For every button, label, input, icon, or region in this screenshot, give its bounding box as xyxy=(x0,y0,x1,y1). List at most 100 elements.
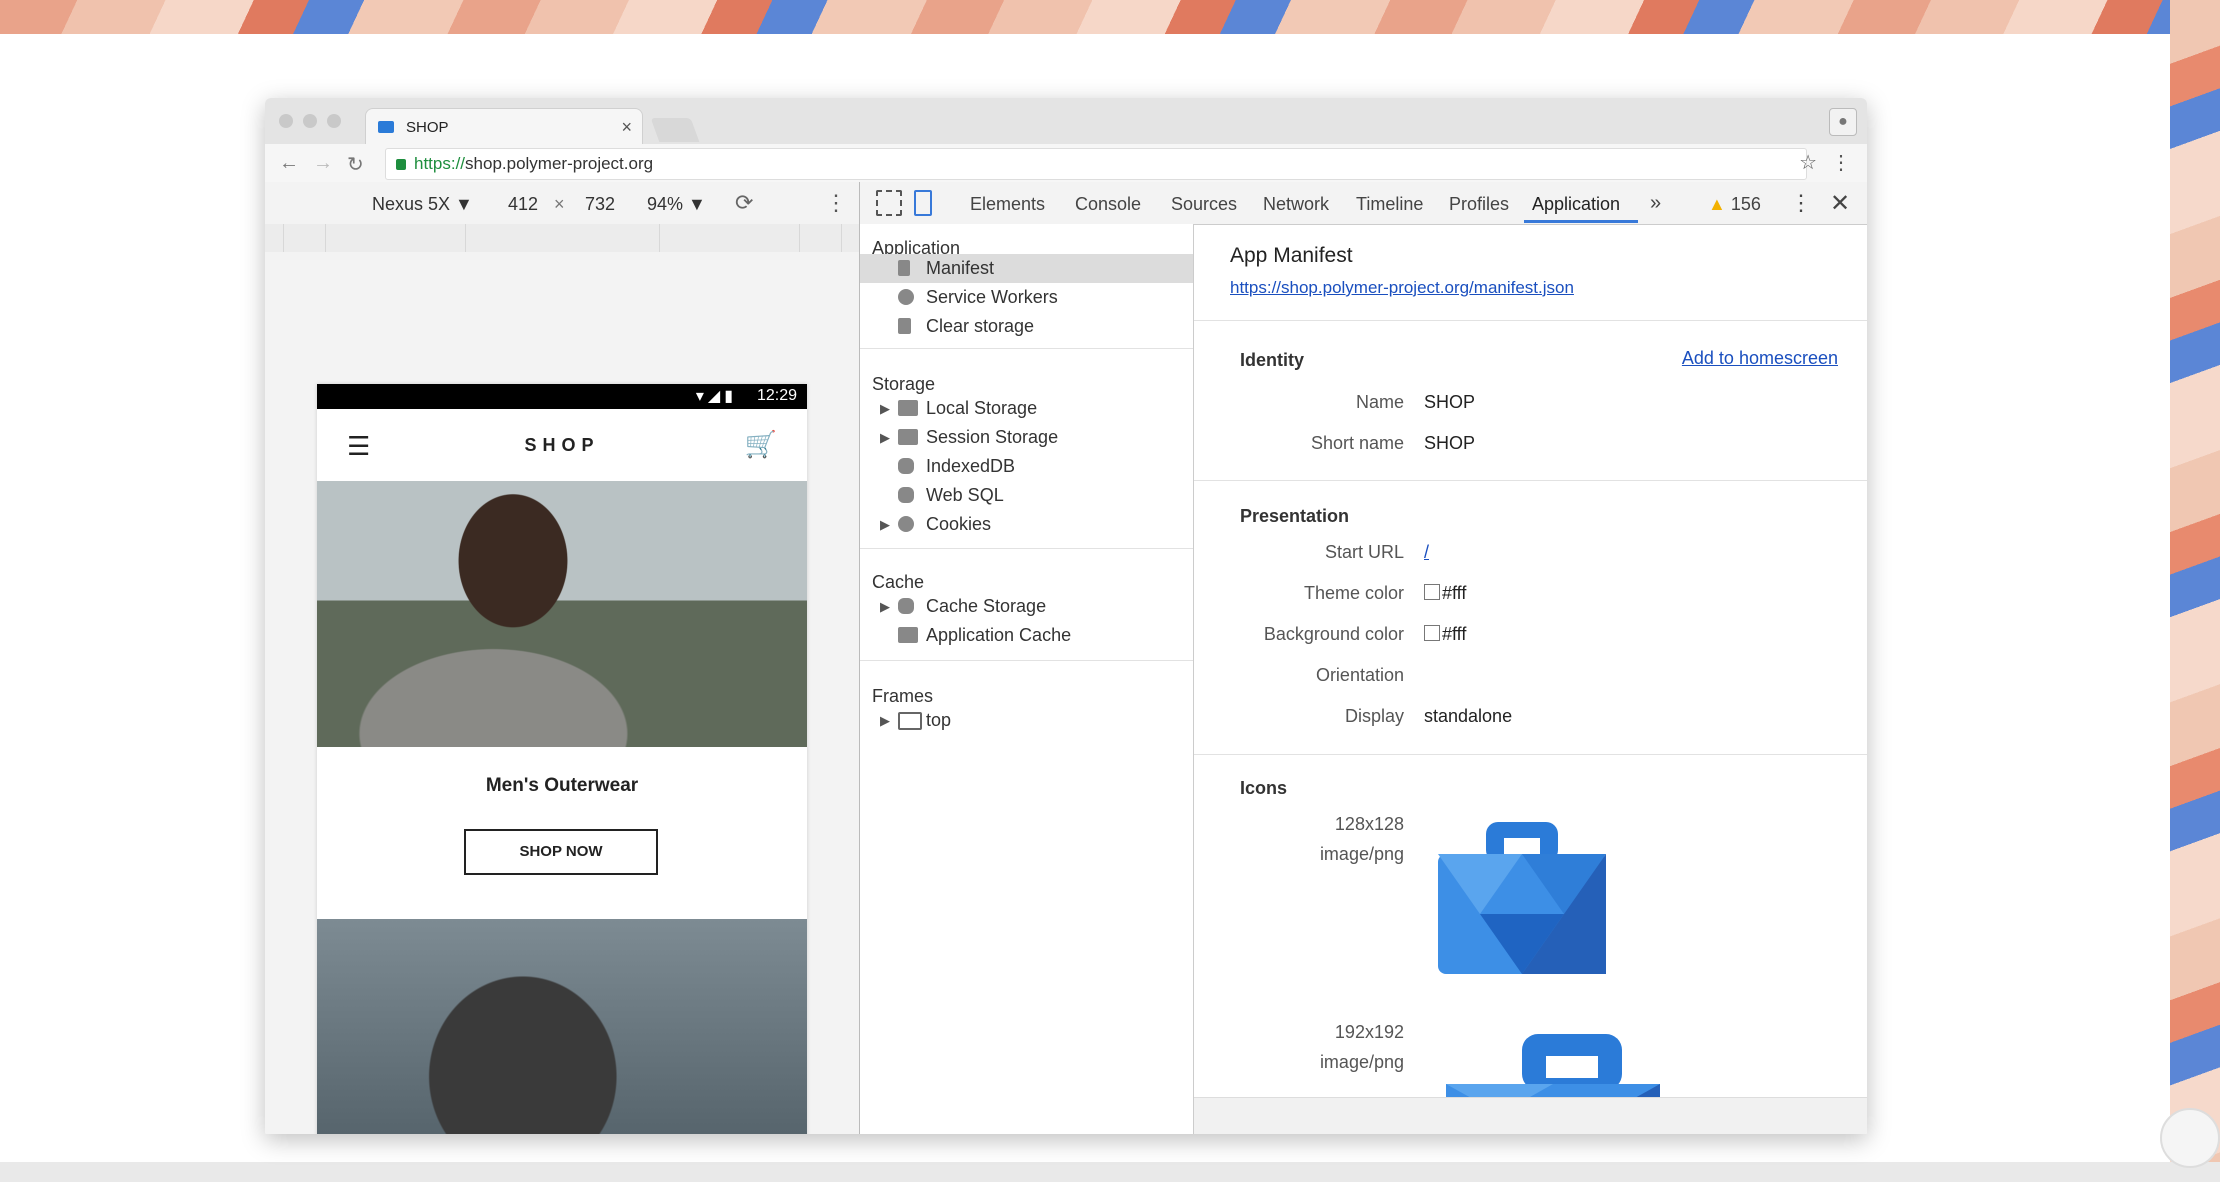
database-icon xyxy=(898,598,914,614)
name-value: SHOP xyxy=(1424,392,1476,412)
table-icon xyxy=(898,627,918,643)
device-menu-icon[interactable]: ⋮ xyxy=(825,190,847,216)
tab-timeline[interactable]: Timeline xyxy=(1356,194,1423,215)
sidebar-item-label: Application Cache xyxy=(926,625,1072,645)
browser-tab[interactable]: SHOP × xyxy=(365,108,643,145)
tab-sources[interactable]: Sources xyxy=(1171,194,1237,215)
device-viewport: ▾◢▮ 12:29 ☰ SHOP 🛒 Men's Outerwear SHOP … xyxy=(265,252,859,1134)
shop-bag-128-icon xyxy=(1438,822,1606,974)
trash-icon xyxy=(898,318,911,334)
add-to-homescreen-link[interactable]: Add to homescreen xyxy=(1682,348,1838,369)
address-bar[interactable]: https://shop.polymer-project.org xyxy=(385,148,1807,180)
tab-elements[interactable]: Elements xyxy=(970,194,1045,215)
expand-arrow-icon[interactable]: ▶ xyxy=(880,706,890,735)
sidebar-item-application-cache[interactable]: Application Cache xyxy=(860,621,1193,650)
document-icon xyxy=(898,260,910,276)
orientation-label: Orientation xyxy=(1315,665,1404,685)
warning-count: 156 xyxy=(1730,194,1761,214)
browser-toolbar: ← → ↻ https://shop.polymer-project.org ☆… xyxy=(265,144,1867,183)
sidebar-item-label: Session Storage xyxy=(926,427,1059,447)
sidebar-item-cache-storage[interactable]: ▶ Cache Storage xyxy=(860,592,1193,621)
media-query-ruler[interactable] xyxy=(265,224,859,253)
sidebar-item-service-workers[interactable]: Service Workers xyxy=(860,283,1193,312)
shop-app-bar: ☰ SHOP 🛒 xyxy=(317,409,807,481)
close-devtools-icon[interactable]: ✕ xyxy=(1830,189,1850,218)
background-color-value: #fff xyxy=(1424,624,1466,645)
hero-image-second[interactable] xyxy=(317,919,807,1134)
sidebar-item-label: Web SQL xyxy=(926,485,1004,505)
sidebar-item-local-storage[interactable]: ▶ Local Storage xyxy=(860,394,1193,423)
title-bar: SHOP × ● xyxy=(265,98,1867,145)
database-icon xyxy=(898,487,914,503)
minimize-window-button[interactable] xyxy=(303,114,317,128)
table-icon xyxy=(898,400,918,416)
page-title: App Manifest xyxy=(1230,244,1353,267)
sidebar-item-label: Clear storage xyxy=(926,316,1035,336)
window-controls xyxy=(279,114,341,128)
display-value: standalone xyxy=(1424,706,1513,726)
reload-icon[interactable]: ↻ xyxy=(347,152,364,177)
tab-profiles[interactable]: Profiles xyxy=(1449,194,1509,215)
sidebar-item-label: Local Storage xyxy=(926,398,1038,418)
device-select[interactable]: Nexus 5X ▼ xyxy=(372,194,473,215)
tab-application[interactable]: Application xyxy=(1532,194,1620,215)
close-tab-icon[interactable]: × xyxy=(621,117,632,138)
horizontal-scrollbar[interactable] xyxy=(1194,1097,1867,1134)
theme-color-text: #fff xyxy=(1442,583,1467,603)
application-sidebar: Application Manifest Service Workers Cle… xyxy=(860,224,1194,1134)
expand-arrow-icon[interactable]: ▶ xyxy=(880,592,890,621)
viewport-width[interactable]: 412 xyxy=(508,194,538,215)
shop-brand-title: SHOP xyxy=(524,435,600,455)
phone-screen: ▾◢▮ 12:29 ☰ SHOP 🛒 Men's Outerwear SHOP … xyxy=(317,384,807,1134)
warnings-counter[interactable]: ▲ 156 xyxy=(1708,194,1761,215)
gear-icon xyxy=(898,289,914,305)
rotate-icon[interactable]: ⟳ xyxy=(735,190,753,216)
color-swatch xyxy=(1424,584,1440,600)
tab-console[interactable]: Console xyxy=(1075,194,1141,215)
sidebar-item-manifest[interactable]: Manifest xyxy=(860,254,1193,283)
background-stripes xyxy=(0,0,2220,34)
color-swatch xyxy=(1424,625,1440,641)
sidebar-item-session-storage[interactable]: ▶ Session Storage xyxy=(860,423,1193,452)
browser-menu-icon[interactable]: ⋮ xyxy=(1831,150,1851,175)
hero-image-outerwear[interactable] xyxy=(317,481,807,747)
device-mode-icon[interactable] xyxy=(914,190,932,216)
sidebar-item-top-frame[interactable]: ▶ top xyxy=(860,706,1193,735)
expand-arrow-icon[interactable]: ▶ xyxy=(880,423,890,452)
section-divider xyxy=(1194,320,1867,321)
expand-arrow-icon[interactable]: ▶ xyxy=(880,510,890,539)
devtools-menu-icon[interactable]: ⋮ xyxy=(1790,190,1812,216)
manifest-url-link[interactable]: https://shop.polymer-project.org/manifes… xyxy=(1230,278,1574,298)
url-scheme: https:// xyxy=(414,154,466,173)
start-url-link[interactable]: / xyxy=(1424,542,1429,563)
inspect-element-icon[interactable] xyxy=(876,190,902,216)
cart-icon[interactable]: 🛒 xyxy=(745,429,777,460)
sidebar-item-label: Manifest xyxy=(926,258,995,278)
sidebar-item-web-sql[interactable]: Web SQL xyxy=(860,481,1193,510)
sidebar-item-clear-storage[interactable]: Clear storage xyxy=(860,312,1193,341)
back-icon[interactable]: ← xyxy=(279,152,299,175)
shop-now-button[interactable]: SHOP NOW xyxy=(464,829,658,875)
viewport-height[interactable]: 732 xyxy=(585,194,615,215)
new-tab-button[interactable] xyxy=(650,118,700,142)
expand-arrow-icon[interactable]: ▶ xyxy=(880,394,890,423)
sidebar-item-label: IndexedDB xyxy=(926,456,1016,476)
forward-icon[interactable]: → xyxy=(313,152,333,175)
promo-block: Men's Outerwear SHOP NOW xyxy=(317,747,807,919)
sidebar-divider xyxy=(860,348,1193,349)
profile-icon[interactable]: ● xyxy=(1829,108,1857,136)
sidebar-item-cookies[interactable]: ▶ Cookies xyxy=(860,510,1193,539)
zoom-value: 94% xyxy=(647,194,684,214)
tab-network[interactable]: Network xyxy=(1263,194,1329,215)
zoom-select[interactable]: 94% ▼ xyxy=(647,194,706,215)
sidebar-item-indexeddb[interactable]: IndexedDB xyxy=(860,452,1193,481)
close-window-button[interactable] xyxy=(279,114,293,128)
more-tabs-icon[interactable]: » xyxy=(1650,192,1661,215)
section-divider xyxy=(1194,480,1867,481)
frame-icon xyxy=(898,712,922,730)
sidebar-item-label: Cookies xyxy=(926,514,992,534)
bookmark-star-icon[interactable]: ☆ xyxy=(1799,150,1817,175)
dimension-separator: × xyxy=(554,194,565,214)
sidebar-item-label: Service Workers xyxy=(926,287,1058,307)
maximize-window-button[interactable] xyxy=(327,114,341,128)
